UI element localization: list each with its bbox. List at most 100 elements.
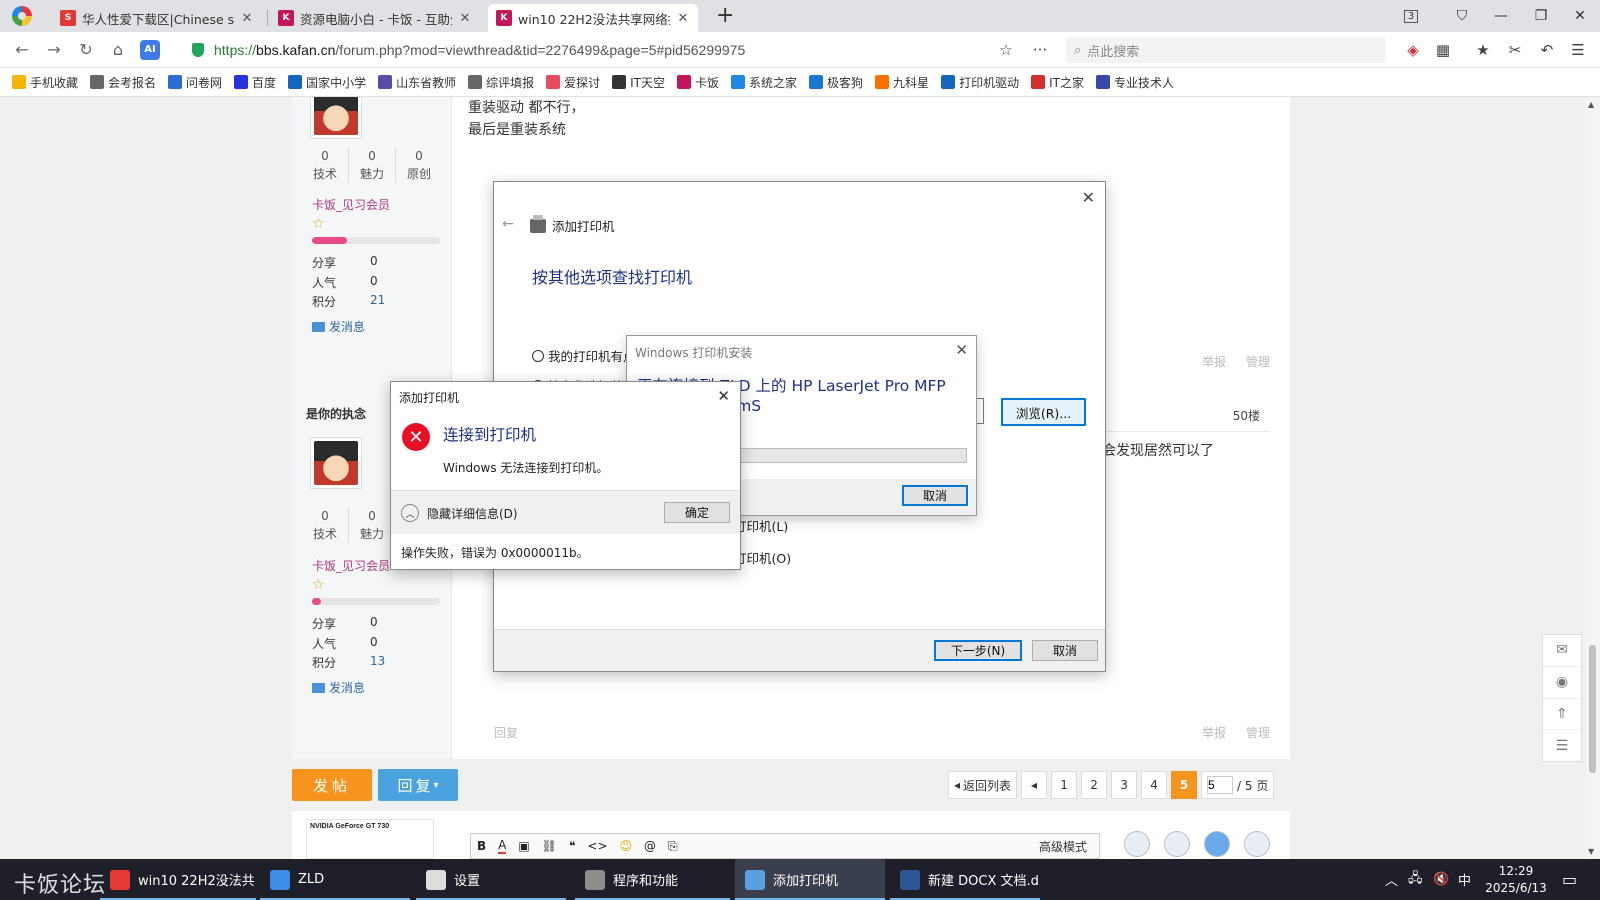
tray-expand-icon[interactable]: ︿ xyxy=(1385,859,1398,900)
comment-icon[interactable]: ✉ xyxy=(1543,635,1581,667)
ai-icon[interactable]: AI xyxy=(140,40,160,60)
smiley-icon[interactable]: ☺ xyxy=(620,839,633,853)
scrollbar-thumb[interactable] xyxy=(1589,645,1596,773)
manage-link[interactable]: 管理 xyxy=(1246,724,1270,741)
bookmark-item[interactable]: 系统之家 xyxy=(731,74,797,91)
list-icon[interactable]: ☰ xyxy=(1543,730,1581,761)
bookmark-item[interactable]: 综评填报 xyxy=(468,74,534,91)
new-post-button[interactable]: 发帖 xyxy=(292,769,372,801)
menu-icon[interactable]: ☰ xyxy=(1568,40,1588,60)
taskbar-item[interactable]: 程序和功能 xyxy=(575,859,730,900)
taskbar-item[interactable]: 添加打印机 xyxy=(735,859,885,900)
system-clock[interactable]: 12:29 2025/6/13 xyxy=(1478,863,1554,897)
taskbar-item[interactable]: 新建 DOCX 文档.d... xyxy=(890,859,1040,900)
close-icon[interactable]: ✕ xyxy=(1082,188,1095,207)
radio-option-1[interactable]: 我的打印机有点 xyxy=(532,346,636,365)
security-icon[interactable]: ◈ xyxy=(1403,40,1423,60)
bookmark-item[interactable]: 专业技术人 xyxy=(1095,74,1174,91)
cancel-button[interactable]: 取消 xyxy=(902,485,968,506)
cancel-button[interactable]: 取消 xyxy=(1032,640,1098,661)
page-link[interactable]: 3 xyxy=(1111,771,1138,799)
page-link[interactable]: 4 xyxy=(1141,771,1168,799)
emoji-icon[interactable] xyxy=(1124,831,1150,857)
taskbar-item[interactable]: ZLD xyxy=(260,859,410,900)
taskbar-item[interactable]: 设置 xyxy=(416,859,566,900)
home-icon[interactable]: ⌂ xyxy=(108,40,128,60)
new-tab-button[interactable]: + xyxy=(716,4,734,28)
back-arrow-icon[interactable]: ← xyxy=(502,216,514,232)
apps-grid-icon[interactable]: ▦ xyxy=(1433,40,1453,60)
report-link[interactable]: 举报 xyxy=(1202,353,1226,370)
link-icon[interactable]: ⛓ xyxy=(542,839,557,853)
search-box[interactable]: ⌕ 点此搜索 xyxy=(1066,37,1386,63)
bookmark-item[interactable]: 九科星 xyxy=(875,74,929,91)
back-to-list-link[interactable]: ◂ 返回列表 xyxy=(948,771,1018,799)
url-bar[interactable]: https://bbs.kafan.cn/forum.php?mod=viewt… xyxy=(184,37,1054,63)
tab-close-icon[interactable]: ✕ xyxy=(240,11,254,26)
bookmark-item[interactable]: 手机收藏 xyxy=(12,74,78,91)
bookmark-item[interactable]: 国家中小学 xyxy=(288,74,366,91)
favorites-icon[interactable]: ★ xyxy=(1473,40,1493,60)
advanced-mode-link[interactable]: 高级模式 xyxy=(1039,838,1087,855)
network-icon[interactable]: 🖧 xyxy=(1408,859,1423,900)
tab-2[interactable]: K 资源电脑小白 - 卡饭 - 互助分 ✕ xyxy=(270,4,480,32)
emoji-icon[interactable] xyxy=(1204,831,1230,857)
bookmark-item[interactable]: IT天空 xyxy=(612,74,665,91)
ime-indicator[interactable]: 中 xyxy=(1458,859,1471,900)
code-icon[interactable]: <> xyxy=(587,839,607,853)
tab-close-icon[interactable]: ✕ xyxy=(676,11,690,26)
page-jump-input[interactable] xyxy=(1207,776,1234,794)
forward-icon[interactable]: → xyxy=(44,40,64,60)
reload-icon[interactable]: ↻ xyxy=(76,40,96,60)
attachment-icon[interactable]: ⎘ xyxy=(668,839,678,854)
send-message-link[interactable]: 发消息 xyxy=(312,318,365,335)
font-color-icon[interactable]: A xyxy=(498,838,507,854)
notification-icon[interactable]: ▭ xyxy=(1562,859,1577,900)
avatar[interactable] xyxy=(310,437,362,489)
author-name[interactable]: 是你的执念 xyxy=(306,405,366,422)
restore-button[interactable]: ❐ xyxy=(1521,0,1561,32)
minimize-button[interactable]: — xyxy=(1481,0,1521,32)
scroll-down-arrow-icon[interactable]: ▼ xyxy=(1588,847,1594,856)
page-link[interactable]: 2 xyxy=(1081,771,1108,799)
bookmark-item[interactable]: 会考报名 xyxy=(90,74,156,91)
undo-icon[interactable]: ↶ xyxy=(1537,40,1557,60)
chat-icon[interactable]: ◉ xyxy=(1543,667,1581,699)
taskbar-item[interactable]: win10 22H2没法共... xyxy=(100,859,256,900)
radio-button[interactable] xyxy=(532,349,544,362)
tab-1[interactable]: S 华人性爱下载区|Chinese sex ✕ xyxy=(52,4,262,32)
bookmark-item[interactable]: 山东省教师 xyxy=(378,74,456,91)
bold-icon[interactable]: B xyxy=(477,839,486,853)
bookmark-item[interactable]: 百度 xyxy=(234,74,276,91)
close-icon[interactable]: ✕ xyxy=(955,341,968,359)
skin-icon[interactable]: ⛉ xyxy=(1442,0,1482,32)
hide-details-toggle[interactable]: 隐藏详细信息(D) xyxy=(427,505,518,522)
page-scrollbar[interactable]: ▲ ▼ xyxy=(1585,97,1600,859)
url-text[interactable]: https://bbs.kafan.cn/forum.php?mod=viewt… xyxy=(214,42,745,58)
reply-button[interactable]: 回复 ▾ xyxy=(378,769,458,801)
at-icon[interactable]: @ xyxy=(644,839,656,853)
emoji-icon[interactable] xyxy=(1164,831,1190,857)
page-link[interactable]: 1 xyxy=(1051,771,1078,799)
bookmark-item[interactable]: 卡饭 xyxy=(677,74,719,91)
volume-muted-icon[interactable]: 🔇 xyxy=(1433,859,1449,900)
close-icon[interactable]: ✕ xyxy=(717,387,730,405)
tab-count-badge[interactable]: 3 xyxy=(1403,9,1419,23)
browser-logo-icon[interactable] xyxy=(12,6,32,26)
image-icon[interactable]: ▣ xyxy=(518,839,529,853)
scroll-up-arrow-icon[interactable]: ▲ xyxy=(1588,100,1594,109)
ok-button[interactable]: 确定 xyxy=(664,502,730,523)
send-message-link[interactable]: 发消息 xyxy=(312,679,365,696)
tab-3-active[interactable]: K win10 22H2没法共享网络打印 ✕ xyxy=(488,4,698,32)
user-rank[interactable]: 卡饭_见习会员 xyxy=(312,196,390,213)
chevron-up-icon[interactable]: ︿ xyxy=(401,504,419,522)
manage-link[interactable]: 管理 xyxy=(1246,353,1270,370)
star-bookmark-icon[interactable]: ☆ xyxy=(996,40,1016,60)
back-icon[interactable]: ← xyxy=(12,40,32,60)
emoji-icon[interactable] xyxy=(1244,831,1270,857)
bookmark-item[interactable]: 打印机驱动 xyxy=(941,74,1019,91)
prev-page-button[interactable]: ◂ xyxy=(1021,771,1048,799)
back-to-top-icon[interactable]: ⇑ xyxy=(1543,699,1581,731)
quote-icon[interactable]: ❝ xyxy=(569,839,575,853)
browse-button[interactable]: 浏览(R)... xyxy=(1001,398,1086,426)
